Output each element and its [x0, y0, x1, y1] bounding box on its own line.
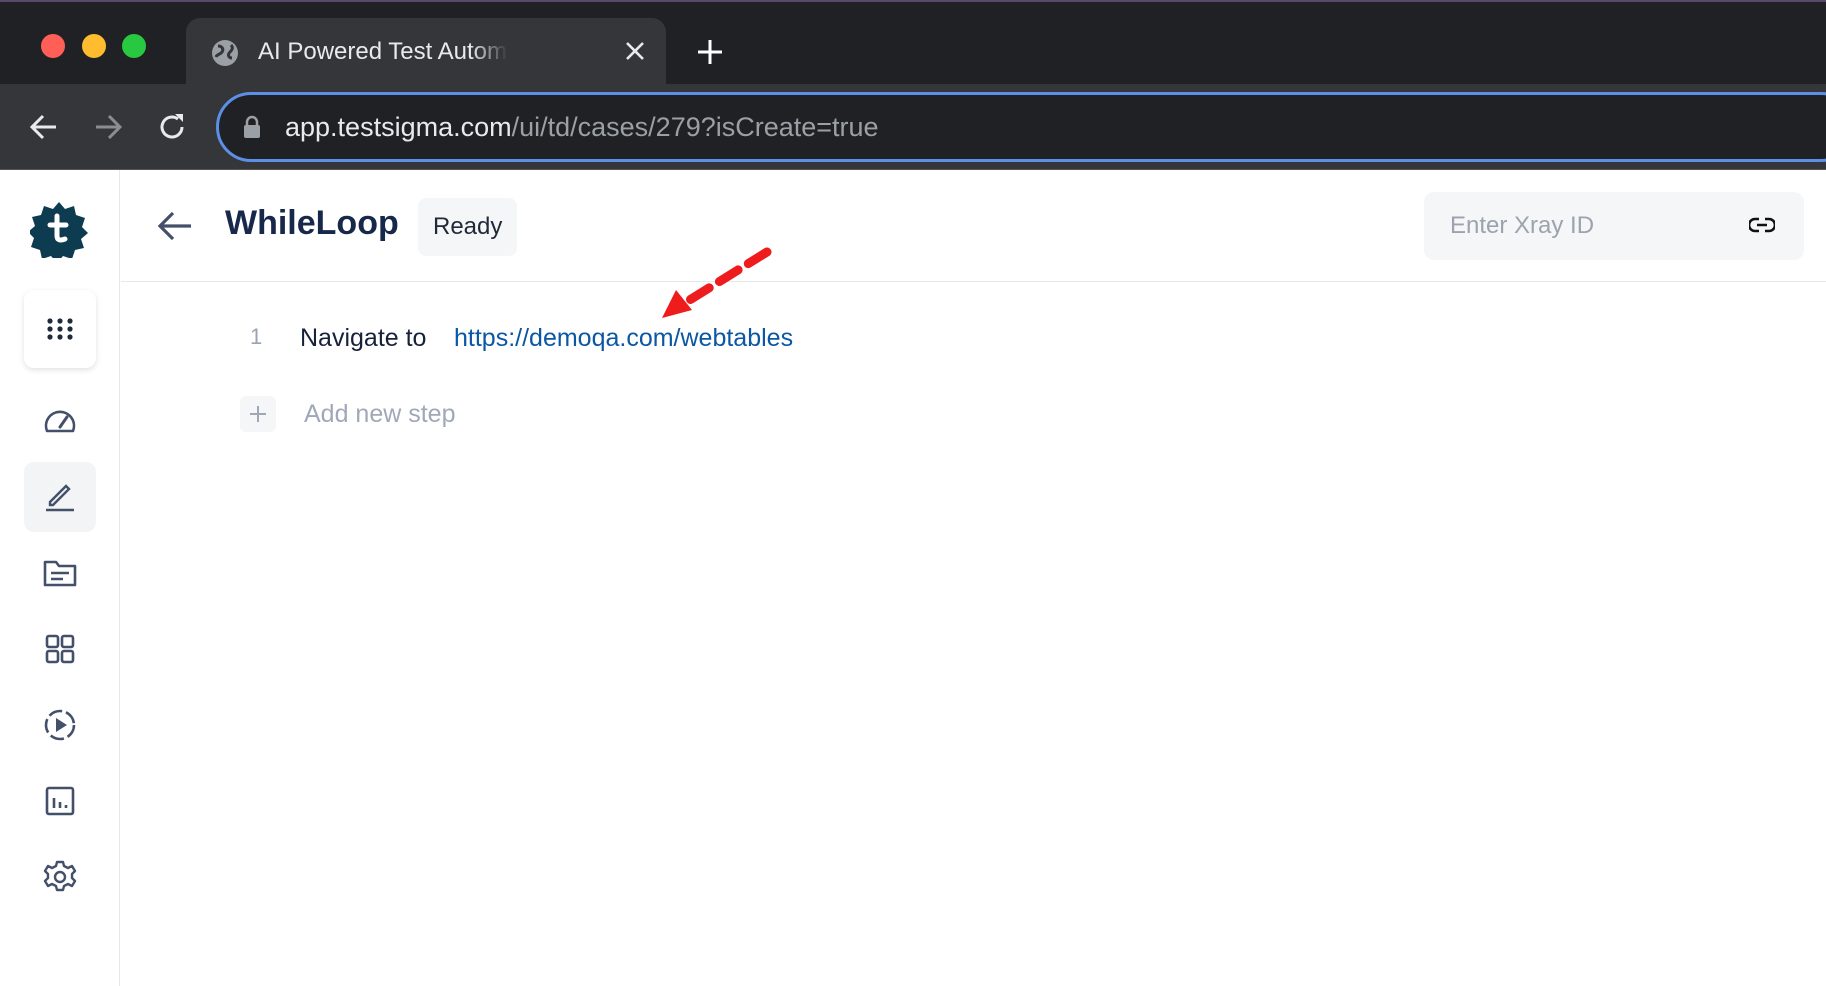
browser-tab-bar: AI Powered Test Automation Platform [0, 0, 1826, 86]
xray-id-input[interactable] [1424, 192, 1804, 260]
url-path: /ui/td/cases/279?isCreate=true [511, 112, 879, 142]
sidebar-item-dashboard[interactable] [24, 386, 96, 456]
link-icon[interactable] [1749, 216, 1775, 234]
sidebar-item-apps[interactable] [24, 290, 96, 368]
apps-grid-icon [47, 318, 73, 340]
browser-tab[interactable]: AI Powered Test Automation Platform [186, 18, 666, 86]
globe-icon [212, 40, 238, 66]
lock-icon [244, 115, 260, 138]
sidebar-item-settings[interactable] [24, 842, 96, 912]
tab-title: AI Powered Test Automation Platform [258, 38, 508, 65]
sidebar-item-test-development[interactable] [24, 462, 96, 532]
dashboard-gauge-icon [44, 410, 76, 433]
sidebar-item-modules[interactable] [24, 614, 96, 684]
reports-chart-icon [45, 786, 75, 816]
test-development-pencil-icon [46, 484, 74, 512]
sidebar-item-files[interactable] [24, 538, 96, 608]
page-title: WhileLoop [225, 204, 399, 242]
window-zoom-button[interactable] [122, 34, 146, 58]
address-bar[interactable]: app.testsigma.com/ui/td/cases/279?isCrea… [216, 92, 1826, 162]
forward-icon[interactable] [92, 111, 124, 143]
window-close-button[interactable] [41, 34, 65, 58]
annotation-arrow [662, 247, 772, 318]
back-icon[interactable] [28, 111, 60, 143]
sidebar-item-runs[interactable] [24, 690, 96, 760]
close-tab-icon[interactable] [624, 40, 646, 62]
url-text: app.testsigma.com/ui/td/cases/279?isCrea… [285, 112, 879, 143]
test-case-header: WhileLoop Ready [121, 170, 1826, 282]
reload-icon[interactable] [156, 111, 188, 143]
add-step-button[interactable] [240, 396, 276, 432]
modules-grid-icon [45, 634, 75, 664]
sidebar-item-reports[interactable] [24, 766, 96, 836]
run-play-icon [44, 709, 76, 741]
window-minimize-button[interactable] [82, 34, 106, 58]
step-action: Navigate to [300, 324, 427, 352]
folder-icon [43, 560, 77, 587]
plus-icon [250, 406, 266, 422]
sidebar [0, 170, 120, 986]
back-arrow-icon[interactable] [157, 210, 193, 242]
new-tab-icon[interactable] [696, 38, 724, 66]
url-host: app.testsigma.com [285, 112, 512, 142]
browser-toolbar: app.testsigma.com/ui/td/cases/279?isCrea… [0, 84, 1826, 170]
add-step-label[interactable]: Add new step [304, 400, 456, 429]
settings-gear-icon [43, 860, 77, 892]
testsigma-logo [30, 202, 88, 258]
status-badge[interactable]: Ready [418, 198, 518, 256]
step-number: 1 [250, 324, 263, 349]
